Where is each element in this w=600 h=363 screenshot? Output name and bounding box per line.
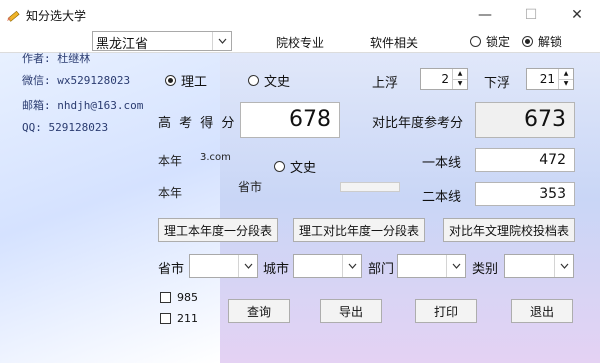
float-down-label: 下浮 (484, 76, 511, 91)
qq-text: QQ: 529128023 (22, 121, 109, 134)
float-up-stepper[interactable]: 2 ▲ ▼ (420, 68, 468, 90)
arts-radio[interactable]: 文史 (248, 71, 290, 90)
chevron-down-icon (554, 255, 573, 277)
unlock-radio[interactable]: 解锁 (522, 33, 562, 50)
pencil-app-icon (7, 10, 20, 22)
float-up-label: 上浮 (372, 76, 399, 91)
radio-selected-icon (165, 75, 176, 86)
compare-arts-school-table-button[interactable]: 对比年文理院校投档表 (443, 218, 575, 242)
lock-radio-label: 锁定 (486, 35, 511, 49)
chevron-down-icon (238, 255, 257, 277)
filter-province-select[interactable] (189, 254, 258, 278)
lock-radio[interactable]: 锁定 (470, 33, 510, 50)
unlock-radio-label: 解锁 (538, 35, 563, 49)
province-select-value: 黑龙江省 (96, 37, 149, 52)
arts-radio-ghost[interactable]: 文史 (274, 157, 316, 176)
checkbox-icon (160, 292, 171, 303)
compare-score-field: 673 (475, 102, 575, 138)
maximize-button[interactable]: ☐ (508, 0, 554, 30)
radio-icon (274, 161, 285, 172)
score-input[interactable]: 678 (240, 102, 340, 138)
chevron-down-icon (212, 32, 231, 50)
province-fragment: 省市 (238, 180, 263, 194)
email-text: 邮箱: nhdjh@163.com (22, 99, 144, 112)
filter-department-select[interactable] (397, 254, 466, 278)
checkbox-211[interactable]: 211 (160, 312, 198, 325)
science-radio-label: 理工 (181, 75, 208, 90)
checkbox-985-label: 985 (177, 291, 198, 304)
radio-icon (470, 36, 481, 47)
menu-item-school-major[interactable]: 院校专业 (276, 34, 324, 51)
score-label: 高 考 得 分 (158, 116, 237, 131)
filter-category-label: 类别 (472, 262, 499, 277)
stepper-down-icon[interactable]: ▼ (453, 80, 467, 90)
checkbox-985[interactable]: 985 (160, 291, 198, 304)
title-bar: 知分选大学 — ☐ ✕ (0, 0, 600, 30)
filter-category-select[interactable] (504, 254, 574, 278)
float-up-value: 2 (441, 72, 449, 86)
stepper-down-icon[interactable]: ▼ (559, 80, 573, 90)
filter-province-label: 省市 (158, 262, 185, 277)
export-button[interactable]: 导出 (320, 299, 382, 323)
chevron-down-icon (342, 255, 361, 277)
author-text: 作者: 杜继林 (22, 52, 91, 65)
science-this-year-table-button[interactable]: 理工本年度一分段表 (158, 218, 278, 242)
checkbox-211-label: 211 (177, 312, 198, 325)
province-select[interactable]: 黑龙江省 (92, 31, 232, 52)
email-fragment: 3.com (200, 152, 231, 163)
year-fragment-1: 本年 (158, 154, 183, 168)
science-compare-table-button[interactable]: 理工对比年度一分段表 (293, 218, 425, 242)
float-down-value: 21 (539, 72, 555, 86)
checkbox-icon (160, 313, 171, 324)
filter-department-label: 部门 (368, 262, 395, 277)
float-down-stepper[interactable]: 21 ▲ ▼ (526, 68, 574, 90)
wechat-text: 微信: wx529128023 (22, 74, 131, 87)
menu-item-software[interactable]: 软件相关 (370, 34, 418, 51)
radio-icon (248, 75, 259, 86)
window-title: 知分选大学 (26, 9, 87, 23)
app-window: 知分选大学 — ☐ ✕ 黑龙江省 院校专业 软件相关 锁定 解锁 作者: 杜继林… (0, 0, 600, 363)
compare-score-label: 对比年度参考分 (372, 116, 464, 131)
science-radio[interactable]: 理工 (165, 71, 207, 90)
radio-selected-icon (522, 36, 533, 47)
ghost-bar (340, 182, 400, 192)
stepper-up-icon[interactable]: ▲ (453, 69, 467, 80)
chevron-down-icon (446, 255, 465, 277)
query-button[interactable]: 查询 (228, 299, 290, 323)
year-fragment-2: 本年 (158, 186, 183, 200)
filter-city-label: 城市 (263, 262, 290, 277)
arts-radio-label: 文史 (264, 75, 291, 90)
stepper-up-icon[interactable]: ▲ (559, 69, 573, 80)
arts-radio-ghost-label: 文史 (290, 161, 317, 176)
first-line-label: 一本线 (422, 156, 462, 171)
minimize-button[interactable]: — (462, 0, 508, 30)
close-button[interactable]: ✕ (554, 0, 600, 30)
second-line-field: 353 (475, 182, 575, 206)
print-button[interactable]: 打印 (415, 299, 477, 323)
filter-city-select[interactable] (293, 254, 362, 278)
second-line-label: 二本线 (422, 190, 462, 205)
exit-button[interactable]: 退出 (511, 299, 573, 323)
first-line-field: 472 (475, 148, 575, 172)
